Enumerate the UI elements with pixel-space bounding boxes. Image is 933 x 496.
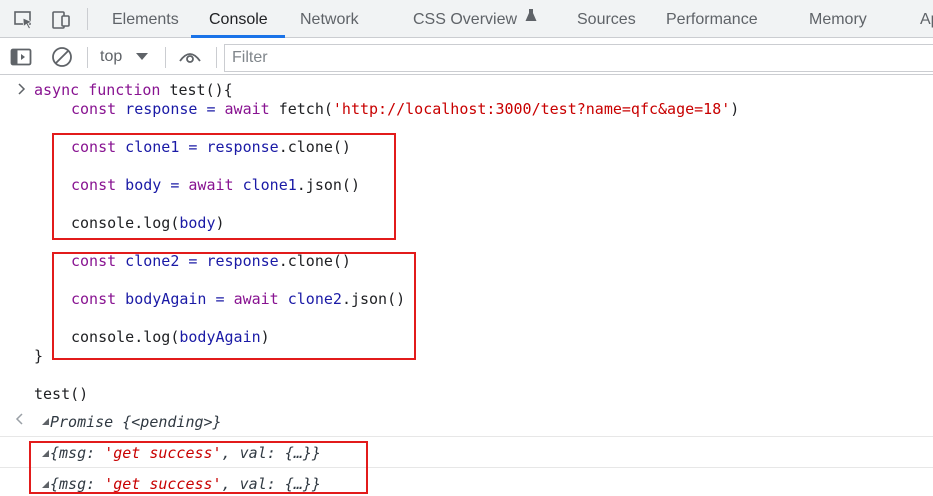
prompt-chevron-icon [17, 82, 27, 96]
devtools-tab-bar: Elements Console Network CSS Overview So… [0, 0, 933, 38]
highlight-box-clone1 [52, 133, 396, 240]
result-back-arrow-icon [15, 412, 25, 426]
tab-bar-divider [87, 8, 88, 30]
tab-css-overview[interactable]: CSS Overview [413, 0, 537, 38]
tab-sources[interactable]: Sources [577, 0, 636, 38]
beaker-icon [525, 0, 537, 38]
active-tab-indicator [191, 35, 285, 38]
context-selector[interactable]: top [100, 47, 149, 67]
highlight-box-clone2 [52, 252, 416, 360]
device-toolbar-icon[interactable] [49, 9, 73, 31]
sidebar-toggle-icon[interactable] [9, 45, 33, 69]
dropdown-arrow-icon [136, 48, 149, 66]
toolbar-divider [216, 47, 217, 68]
code-line: test() [34, 385, 89, 403]
tab-css-overview-label: CSS Overview [413, 11, 518, 28]
tab-application[interactable]: Ap [920, 0, 933, 38]
code-line: async function test(){ [34, 81, 233, 99]
toolbar-divider [87, 47, 88, 68]
code-line: } [34, 347, 44, 365]
toolbar-divider [165, 47, 166, 68]
highlight-box-output [29, 441, 368, 494]
tab-elements[interactable]: Elements [112, 0, 179, 38]
tab-memory[interactable]: Memory [809, 0, 867, 38]
result-row: Promise {<pending>} [0, 406, 933, 436]
context-label: top [100, 48, 123, 65]
live-expression-eye-icon[interactable] [178, 45, 202, 69]
tab-network[interactable]: Network [300, 0, 359, 38]
promise-result[interactable]: Promise {<pending>} [50, 412, 222, 432]
tab-performance[interactable]: Performance [666, 0, 758, 38]
code-line: const response = await fetch('http://loc… [71, 100, 740, 118]
inspect-element-icon[interactable] [12, 9, 36, 31]
filter-input[interactable] [224, 44, 933, 72]
clear-console-icon[interactable] [50, 45, 74, 69]
tab-console[interactable]: Console [209, 0, 268, 38]
expand-triangle-icon[interactable] [42, 418, 49, 425]
